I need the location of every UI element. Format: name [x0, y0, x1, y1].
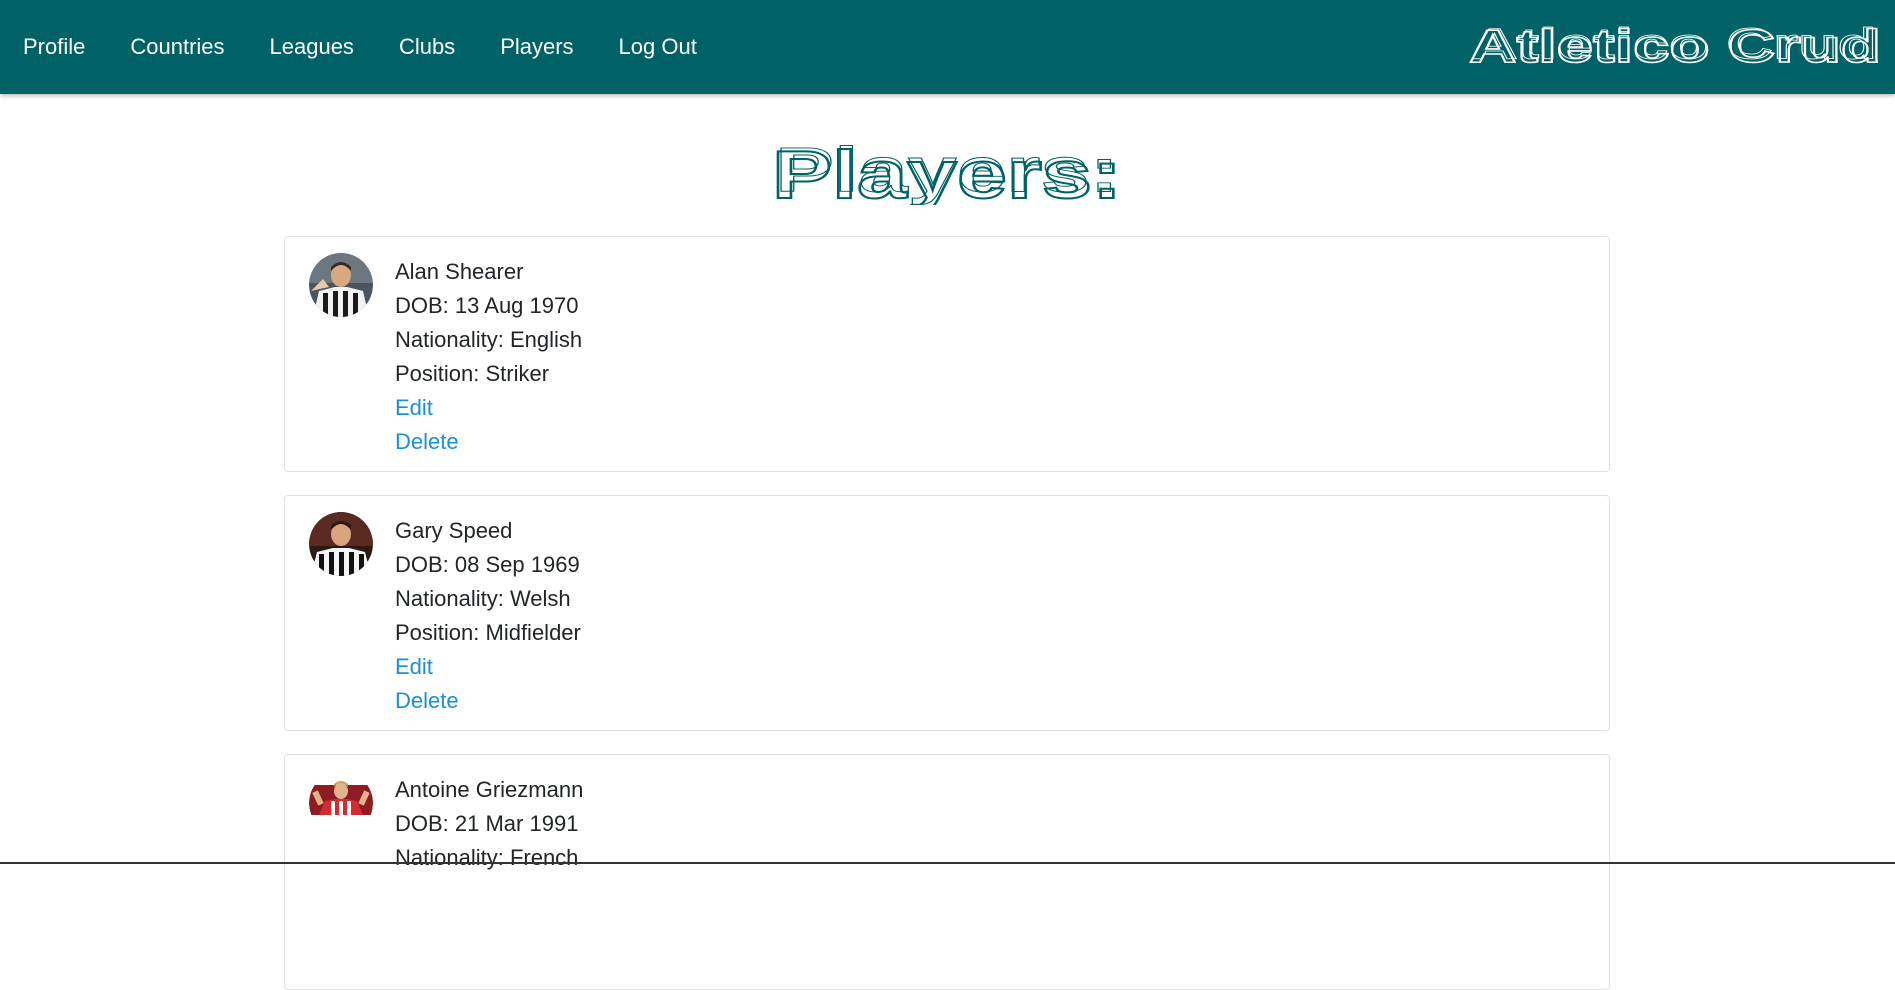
- delete-link[interactable]: Delete: [395, 425, 459, 459]
- player-card: Gary Speed DOB: 08 Sep 1969 Nationality:…: [284, 495, 1610, 731]
- nav-logout-link[interactable]: Log Out: [619, 34, 697, 60]
- player-name: Alan Shearer: [395, 259, 524, 284]
- player-photo-icon: [309, 512, 373, 576]
- player-nationality: Nationality: Welsh: [395, 586, 571, 611]
- nav-clubs-link[interactable]: Clubs: [399, 34, 455, 60]
- player-photo-icon: [309, 771, 373, 835]
- player-name: Gary Speed: [395, 518, 513, 543]
- brand-logo[interactable]: Atletico Crud Atletico Crud: [1469, 24, 1883, 68]
- player-position: Position: Striker: [395, 361, 550, 386]
- player-card: Alan Shearer DOB: 13 Aug 1970 Nationalit…: [284, 236, 1610, 472]
- nav-profile-link[interactable]: Profile: [23, 34, 85, 60]
- nav-links: Profile Countries Leagues Clubs Players …: [23, 0, 742, 94]
- player-info: Alan Shearer DOB: 13 Aug 1970 Nationalit…: [395, 255, 582, 459]
- edit-link[interactable]: Edit: [395, 391, 433, 425]
- player-photo-icon: [309, 253, 373, 317]
- edit-link[interactable]: Edit: [395, 650, 433, 684]
- player-card: Antoine Griezmann DOB: 21 Mar 1991 Natio…: [284, 754, 1610, 990]
- player-info: Gary Speed DOB: 08 Sep 1969 Nationality:…: [395, 514, 581, 718]
- player-name: Antoine Griezmann: [395, 777, 584, 802]
- nav-countries-link[interactable]: Countries: [130, 34, 224, 60]
- player-dob: DOB: 21 Mar 1991: [395, 811, 579, 836]
- page-title-text-inline: Players:: [775, 140, 1119, 205]
- top-navbar: Profile Countries Leagues Clubs Players …: [0, 0, 1895, 94]
- page-title: Players: Players:: [771, 140, 1123, 205]
- player-dob: DOB: 13 Aug 1970: [395, 293, 579, 318]
- nav-leagues-link[interactable]: Leagues: [270, 34, 354, 60]
- player-avatar[interactable]: [309, 512, 373, 576]
- nav-players-link[interactable]: Players: [500, 34, 573, 60]
- player-avatar[interactable]: [309, 771, 373, 835]
- brand-text-inline: Atletico Crud: [1471, 24, 1877, 68]
- player-position: Position: Midfielder: [395, 620, 581, 645]
- player-avatar[interactable]: [309, 253, 373, 317]
- delete-link[interactable]: Delete: [395, 684, 459, 718]
- player-nationality: Nationality: French: [395, 845, 579, 870]
- player-info: Antoine Griezmann DOB: 21 Mar 1991 Natio…: [395, 773, 583, 875]
- player-dob: DOB: 08 Sep 1969: [395, 552, 580, 577]
- player-nationality: Nationality: English: [395, 327, 583, 352]
